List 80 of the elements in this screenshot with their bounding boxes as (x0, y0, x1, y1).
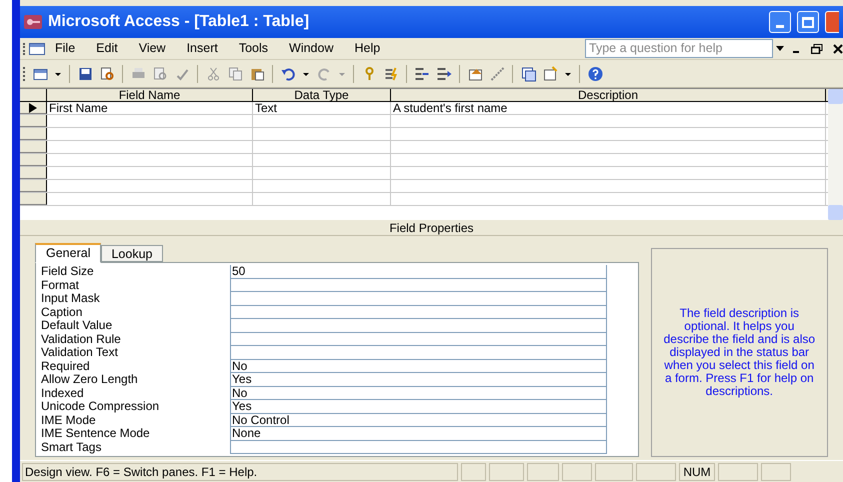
property-field[interactable] (230, 278, 607, 292)
maximize-button[interactable] (797, 11, 819, 33)
section-title: Field Properties (389, 220, 474, 236)
help-text: The field description is optional. It helps you describe the field and is also displayed in the status bar when you select this field on a form. Press F1 for help on descriptions. (662, 307, 816, 398)
property-label: Format (41, 278, 80, 292)
row-selector[interactable] (20, 167, 47, 179)
row-selector[interactable] (20, 141, 47, 153)
status-panel (636, 462, 676, 480)
property-field[interactable]: No Control (230, 414, 607, 427)
undo-icon[interactable] (279, 66, 297, 82)
property-field[interactable]: None (230, 427, 607, 440)
restore-icon[interactable] (811, 44, 823, 54)
insert-rows-icon[interactable] (413, 66, 431, 82)
dropdown-icon[interactable] (776, 46, 784, 51)
property-label: Required (41, 360, 91, 373)
property-label: Default Value (41, 319, 114, 332)
property-field[interactable] (230, 440, 607, 454)
status-panel (595, 462, 633, 480)
property-field[interactable]: Yes (230, 400, 607, 414)
menu-item[interactable]: Window (289, 39, 334, 58)
property-field[interactable] (230, 292, 607, 306)
row-selector[interactable] (20, 154, 47, 166)
table-cell[interactable]: A student's first name (391, 102, 826, 114)
window-icon[interactable] (29, 42, 45, 54)
close-button[interactable] (825, 11, 839, 33)
row-selector[interactable] (20, 180, 47, 192)
delete-rows-icon[interactable] (435, 66, 453, 82)
tab[interactable]: General (35, 243, 102, 263)
property-label: Validation Text (41, 346, 119, 360)
database-window-icon[interactable] (519, 66, 537, 82)
scrollbar[interactable] (828, 89, 843, 220)
property-label: Input Mask (41, 292, 101, 306)
property-label: Caption (41, 306, 84, 319)
property-field[interactable]: 50 (230, 265, 607, 278)
tab[interactable]: Lookup (101, 245, 162, 262)
window-title: Microsoft Access - [Table1 : Table] (48, 12, 310, 32)
status-panel (461, 462, 486, 480)
minimize-button[interactable] (769, 11, 791, 33)
property-field[interactable]: No (230, 360, 607, 373)
status-panel (718, 462, 758, 480)
property-field[interactable] (230, 319, 607, 332)
close-icon[interactable] (833, 44, 843, 54)
table-cell[interactable]: First Name (47, 102, 253, 114)
help-icon[interactable] (586, 66, 604, 82)
property-field[interactable] (230, 306, 607, 319)
status-panel (761, 462, 791, 480)
property-field[interactable] (230, 346, 607, 360)
status-message: Design view. F6 = Switch panes. F1 = Help. (22, 462, 458, 480)
column-header[interactable]: Data Type (253, 89, 391, 101)
menu-item[interactable]: Edit (96, 39, 118, 58)
column-header[interactable]: Description (391, 89, 826, 101)
row-selector[interactable] (20, 115, 47, 127)
row-selector[interactable] (20, 128, 47, 140)
property-label: Validation Rule (41, 332, 122, 346)
status-panel (527, 462, 559, 480)
help-search-field[interactable]: Type a question for help (585, 39, 773, 58)
menu-item[interactable]: Help (354, 39, 380, 58)
property-label: Unicode Compression (41, 400, 160, 414)
property-field[interactable]: Yes (230, 373, 607, 386)
property-field[interactable]: No (230, 386, 607, 400)
property-label: Indexed (41, 386, 85, 400)
key-icon (24, 14, 42, 30)
new-object-icon[interactable] (541, 66, 559, 82)
table-cell[interactable]: Text (253, 102, 391, 114)
column-header[interactable]: Field Name (47, 89, 253, 101)
property-label: Field Size (41, 265, 95, 278)
row-selector[interactable] (20, 102, 47, 114)
status-panel (562, 462, 592, 480)
row-selector[interactable] (20, 193, 47, 205)
status-indicator: NUM (679, 462, 715, 480)
property-field[interactable] (230, 332, 607, 346)
menu-item[interactable]: View (138, 39, 166, 58)
property-label: Smart Tags (41, 440, 102, 454)
property-label: IME Sentence Mode (41, 427, 151, 440)
property-label: IME Mode (41, 414, 97, 427)
property-label: Allow Zero Length (41, 373, 139, 386)
menu-item[interactable]: File (55, 39, 76, 58)
menu-item[interactable]: Insert (186, 39, 218, 58)
menu-item[interactable]: Tools (238, 39, 268, 58)
status-panel (489, 462, 524, 480)
